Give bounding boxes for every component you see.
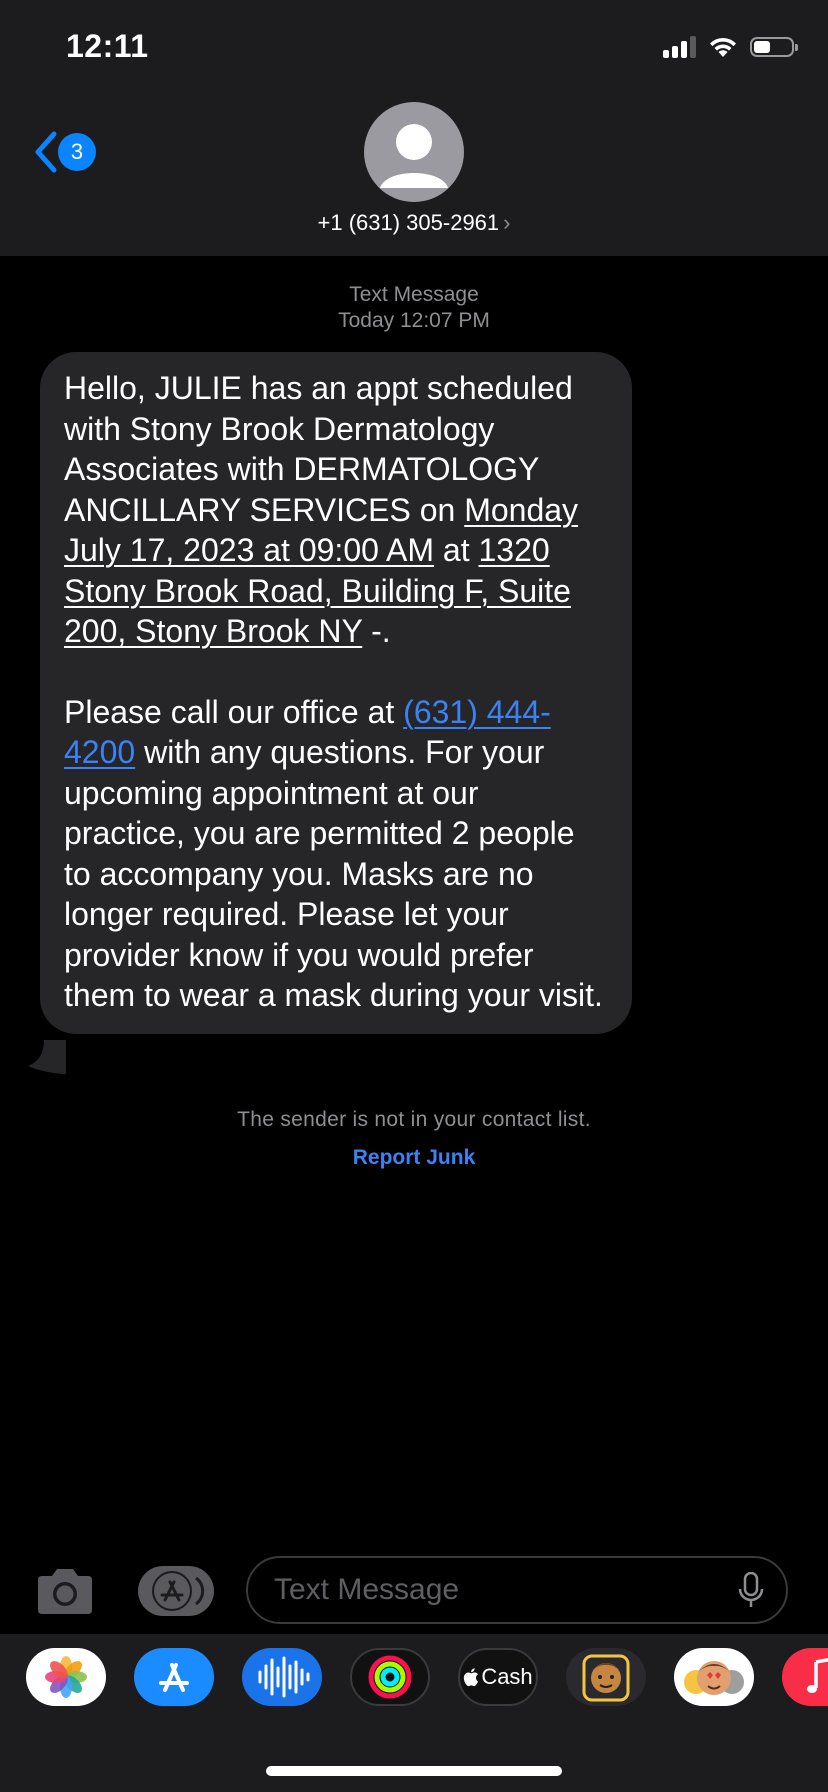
unknown-sender-notice: The sender is not in your contact list. [237, 1108, 591, 1131]
battery-level [754, 41, 770, 53]
bubble-tail [28, 1040, 66, 1074]
memoji-app-button[interactable] [566, 1648, 646, 1706]
app-store-button[interactable] [138, 1566, 214, 1616]
battery-icon [750, 37, 798, 57]
animoji-icon [684, 1661, 744, 1695]
unread-count-badge: 3 [58, 133, 96, 171]
message-text: at [434, 532, 479, 568]
home-indicator[interactable] [266, 1766, 562, 1776]
audio-messages-app-button[interactable] [242, 1648, 322, 1706]
message-paragraph: Please call our office at (631) 444-4200… [64, 692, 608, 1016]
memoji-icon [582, 1654, 630, 1702]
message-paragraph: Hello, JULIE has an appt scheduled with … [64, 368, 608, 652]
apple-cash-app-button[interactable]: Cash [458, 1648, 538, 1706]
app-store-icon [159, 1663, 189, 1692]
person-icon [380, 124, 448, 188]
contact-name[interactable]: +1 (631) 305-2961 › [0, 210, 828, 236]
chevron-right-icon: › [503, 210, 511, 235]
activity-app-button[interactable] [350, 1648, 430, 1706]
message-text: -. [362, 613, 391, 649]
contact-phone: +1 (631) 305-2961 [317, 210, 500, 235]
status-icons [663, 36, 798, 58]
message-input[interactable] [272, 1572, 716, 1608]
status-time: 12:11 [66, 28, 149, 64]
apple-cash-label: Cash [481, 1664, 533, 1689]
activity-icon [368, 1655, 412, 1699]
message-type: Text Message [349, 283, 479, 306]
message-bubble[interactable]: Hello, JULIE has an appt scheduled with … [40, 352, 632, 1034]
message-text: Please call our office at [64, 693, 404, 730]
app-store-app-button[interactable] [134, 1648, 214, 1706]
microphone-icon[interactable] [738, 1572, 764, 1610]
back-button[interactable]: 3 [32, 130, 96, 174]
chevron-left-icon [35, 131, 57, 173]
report-junk-button[interactable]: Report Junk [0, 1146, 828, 1170]
wifi-icon [710, 37, 736, 57]
message-meta: Text Message Today 12:07 PM [0, 282, 828, 334]
animoji-app-button[interactable] [674, 1648, 754, 1706]
contact-avatar[interactable] [364, 102, 464, 202]
photos-icon [45, 1656, 87, 1698]
apple-logo-icon [464, 1668, 479, 1687]
message-input-field[interactable] [246, 1556, 788, 1624]
cellular-signal-icon [663, 36, 696, 58]
message-timestamp: Today 12:07 PM [338, 309, 490, 332]
app-store-icon [152, 1571, 205, 1611]
photos-app-button[interactable] [26, 1648, 106, 1706]
camera-icon[interactable] [34, 1566, 96, 1616]
audio-messages-icon [258, 1656, 310, 1698]
message-text: with any questions. For your upcoming ap… [64, 734, 603, 1013]
conversation-header: 12:11 3 +1 (631) 305-2961 › [0, 0, 828, 256]
